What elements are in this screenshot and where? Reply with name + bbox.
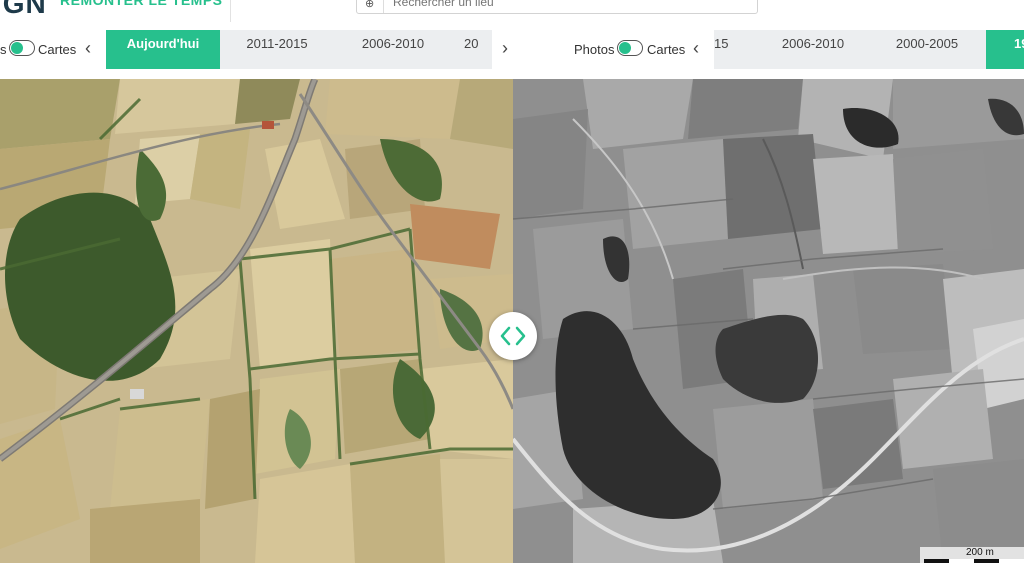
app-title: REMONTER LE TEMPS <box>60 0 223 8</box>
scale-segment <box>999 559 1024 563</box>
left-layer-toggle[interactable] <box>9 40 35 56</box>
left-date-strip: Aujourd'hui 2011-2015 2006-2010 20 <box>106 30 492 69</box>
split-arrows-icon <box>500 326 526 346</box>
right-date-strip: 15 2006-2010 2000-2005 19 <box>714 30 1024 69</box>
historic-aerial-image <box>513 79 1024 563</box>
color-aerial-image <box>0 79 513 563</box>
toggle-knob <box>619 42 631 54</box>
right-date-tab-2[interactable]: 2000-2005 <box>870 30 984 69</box>
left-next-date-button[interactable]: › <box>502 38 508 59</box>
scale-bar: 200 m <box>920 547 1024 563</box>
left-date-tab-2[interactable]: 2006-2010 <box>336 30 450 69</box>
right-map-view[interactable] <box>513 79 1024 563</box>
target-icon[interactable]: ⊕ <box>365 0 374 10</box>
header-divider <box>230 0 231 22</box>
toggle-knob <box>11 42 23 54</box>
right-prev-date-button[interactable]: ‹ <box>693 38 699 59</box>
search-box[interactable]: ⊕ <box>356 0 758 14</box>
left-date-tab-0[interactable]: Aujourd'hui <box>106 30 220 69</box>
right-layer-toggle[interactable] <box>617 40 643 56</box>
app-header: IGN REMONTER LE TEMPS ⊕ <box>0 0 1024 23</box>
right-cartes-label: Cartes <box>647 42 686 57</box>
right-date-tab-0[interactable]: 15 <box>714 30 744 69</box>
left-cartes-label: Cartes <box>38 42 77 57</box>
left-date-tab-1[interactable]: 2011-2015 <box>220 30 334 69</box>
left-toolbar: s Cartes ‹ Aujourd'hui 2011-2015 2006-20… <box>0 22 513 79</box>
scale-segment <box>949 559 974 563</box>
search-separator <box>383 0 384 13</box>
split-slider-handle[interactable] <box>489 312 537 360</box>
left-map-view[interactable] <box>0 79 513 563</box>
left-prev-date-button[interactable]: ‹ <box>85 38 91 59</box>
ign-logo[interactable]: IGN <box>0 0 47 20</box>
right-photos-label: Photos <box>574 42 615 57</box>
scale-bar-graphic <box>924 559 1024 563</box>
scale-label: 200 m <box>966 547 994 558</box>
right-toolbar: Photos Cartes ‹ 15 2006-2010 2000-2005 1… <box>513 22 1024 79</box>
right-date-tab-3[interactable]: 19 <box>986 30 1024 69</box>
right-date-tab-1[interactable]: 2006-2010 <box>756 30 870 69</box>
left-date-tab-3[interactable]: 20 <box>464 30 492 69</box>
search-input[interactable] <box>393 0 693 9</box>
left-photos-label: s <box>0 42 7 57</box>
